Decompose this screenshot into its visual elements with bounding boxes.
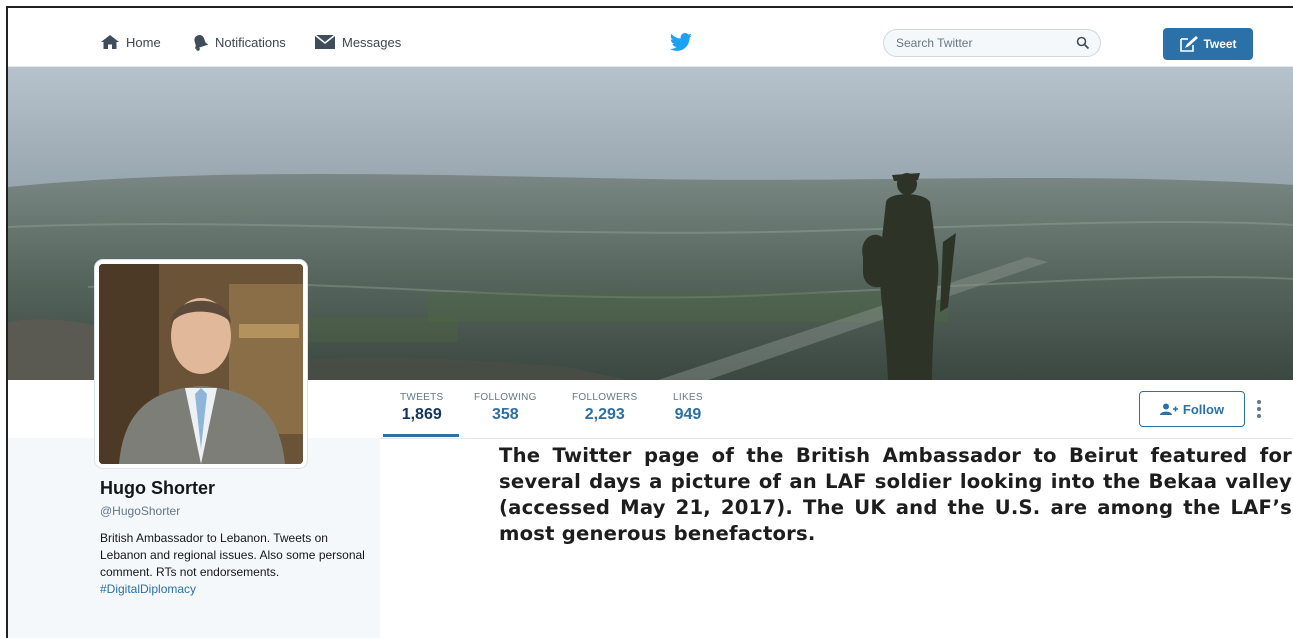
bell-icon [194,35,209,51]
profile-bio-text: British Ambassador to Lebanon. Tweets on… [100,531,365,579]
search-icon[interactable] [1076,36,1090,50]
profile-handle[interactable]: @HugoShorter [100,504,180,518]
bio-hashtag-link[interactable]: #DigitalDiplomacy [100,582,196,596]
active-tab-underline [383,434,459,437]
stat-following-value: 358 [492,406,519,423]
stat-followers[interactable]: FOLLOWERS 2,293 [572,392,638,424]
search-input[interactable] [896,36,1066,50]
top-nav: Home Notifications Messages Search Twitt… [8,8,1293,67]
stat-tweets-value: 1,869 [401,406,442,423]
stat-followers-label: FOLLOWERS [572,392,638,403]
add-user-icon [1159,403,1178,415]
stat-tweets[interactable]: TWEETS 1,869 [400,392,443,424]
home-icon [101,35,119,49]
stat-likes-label: LIKES [673,392,703,403]
nav-notifications[interactable]: Notifications [191,34,286,51]
tweet-button-label: Tweet [1203,37,1237,51]
compose-icon [1180,36,1199,52]
figure-caption: The Twitter page of the British Ambassad… [499,444,1292,545]
avatar[interactable] [95,260,307,468]
stat-likes-value: 949 [674,406,702,423]
follow-button-label: Follow [1182,401,1225,417]
stat-likes[interactable]: LIKES 949 [673,392,703,424]
search-box[interactable] [883,29,1101,57]
screenshot-frame: Home Notifications Messages Search Twitt… [6,6,1293,638]
tweet-button[interactable]: Tweet [1163,28,1253,60]
stat-following[interactable]: FOLLOWING 358 [474,392,537,424]
nav-notifications-label: Notifications [215,35,286,50]
nav-home[interactable]: Home [100,34,161,50]
more-vertical-icon[interactable] [1255,399,1263,419]
envelope-icon [314,34,336,49]
profile-name: Hugo Shorter [100,478,215,498]
stat-tweets-label: TWEETS [400,392,444,403]
avatar-portrait [99,264,303,464]
stat-followers-value: 2,293 [584,406,625,423]
nav-messages[interactable]: Messages [314,34,401,50]
nav-messages-label: Messages [342,34,402,50]
twitter-bird-icon[interactable] [669,33,693,53]
nav-home-label: Home [126,34,161,50]
follow-button[interactable]: Follow [1139,391,1245,427]
profile-bio: British Ambassador to Lebanon. Tweets on… [100,530,370,598]
stat-following-label: FOLLOWING [474,392,537,403]
